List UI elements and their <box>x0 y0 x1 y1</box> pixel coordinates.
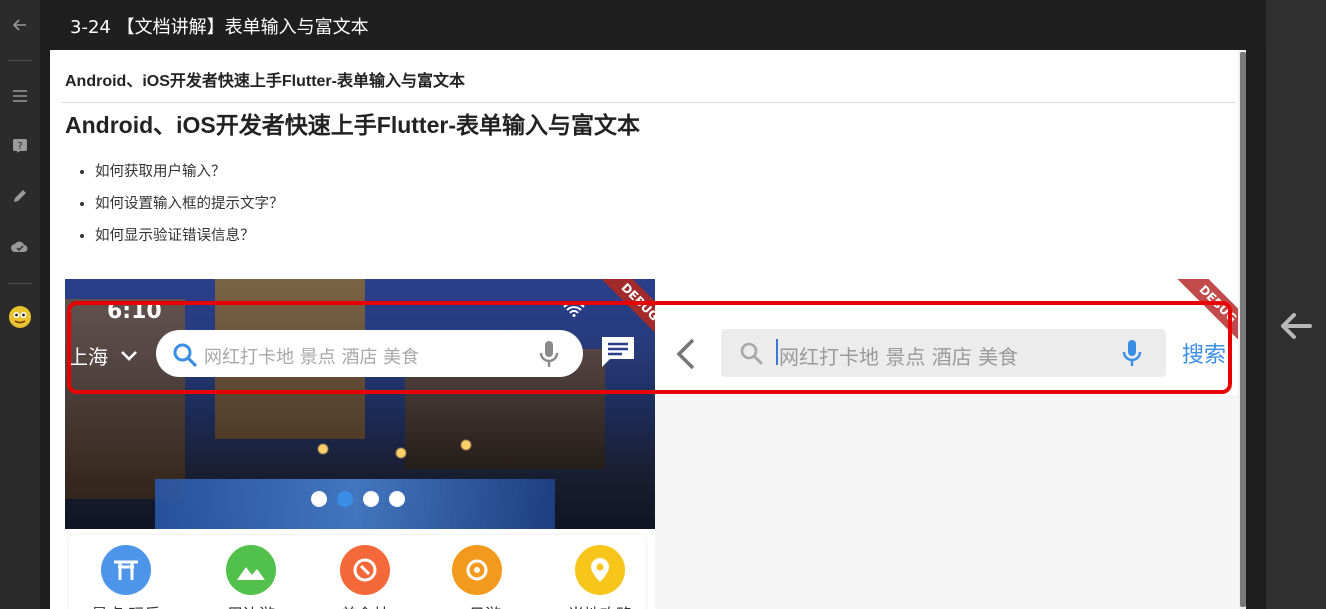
category-grid: 景点·玩乐 周边游 美食林 一日游 <box>69 535 646 609</box>
grid-item: 景点·玩乐 <box>86 545 166 609</box>
grid-item-label: 美食林 <box>325 601 405 609</box>
grid-item-label: 当地攻略 <box>560 601 640 609</box>
cloud-icon[interactable] <box>8 234 32 258</box>
carousel-dot <box>311 491 327 507</box>
edge-strip <box>1246 50 1256 609</box>
carousel-dot <box>337 491 353 507</box>
left-rail: ? <box>0 0 40 609</box>
list-item: 如何获取用户输入？ <box>95 162 284 194</box>
rail-divider <box>8 283 32 284</box>
rail-divider <box>8 60 32 61</box>
carousel-dot <box>363 491 379 507</box>
list-item: 如何设置输入框的提示文字？ <box>95 194 284 226</box>
page-title: 3-24 【文档讲解】表单输入与富文本 <box>70 17 369 38</box>
grid-item-label: 周边游 <box>211 601 291 609</box>
food-icon <box>340 545 390 595</box>
grid-item-label: 一日游 <box>437 601 517 609</box>
day-trip-icon <box>452 545 502 595</box>
grid-item: 当地攻略 <box>560 545 640 609</box>
list-item: 如何显示验证错误信息？ <box>95 226 284 258</box>
carousel-dot <box>389 491 405 507</box>
next-arrow-icon[interactable] <box>1278 308 1314 344</box>
document-viewer: Android、iOS开发者快速上手Flutter-表单输入与富文本 Andro… <box>50 50 1256 609</box>
carousel-indicator <box>311 491 405 507</box>
help-icon[interactable]: ? <box>8 134 32 158</box>
grid-item: 一日游 <box>437 545 517 609</box>
top-bar: 3-24 【文档讲解】表单输入与富文本 <box>40 0 1266 50</box>
grid-item: 周边游 <box>211 545 291 609</box>
grid-item-label: 景点·玩乐 <box>86 601 166 609</box>
svg-text:?: ? <box>17 141 22 152</box>
document-header: Android、iOS开发者快速上手Flutter-表单输入与富文本 <box>65 73 465 90</box>
right-panel <box>1266 0 1326 609</box>
avatar-icon[interactable] <box>8 305 32 329</box>
bullet-list: 如何获取用户输入？ 如何设置输入框的提示文字？ 如何显示验证错误信息？ <box>79 162 284 258</box>
grid-item: 美食林 <box>325 545 405 609</box>
gate-icon <box>101 545 151 595</box>
highlight-box <box>67 301 1232 394</box>
document-heading: Android、iOS开发者快速上手Flutter-表单输入与富文本 <box>65 112 640 138</box>
edit-icon[interactable] <box>8 184 32 208</box>
map-pin-icon <box>575 545 625 595</box>
menu-icon[interactable] <box>8 84 32 108</box>
header-divider <box>62 102 1236 103</box>
mountain-icon <box>226 545 276 595</box>
back-arrow-icon[interactable] <box>8 13 32 37</box>
